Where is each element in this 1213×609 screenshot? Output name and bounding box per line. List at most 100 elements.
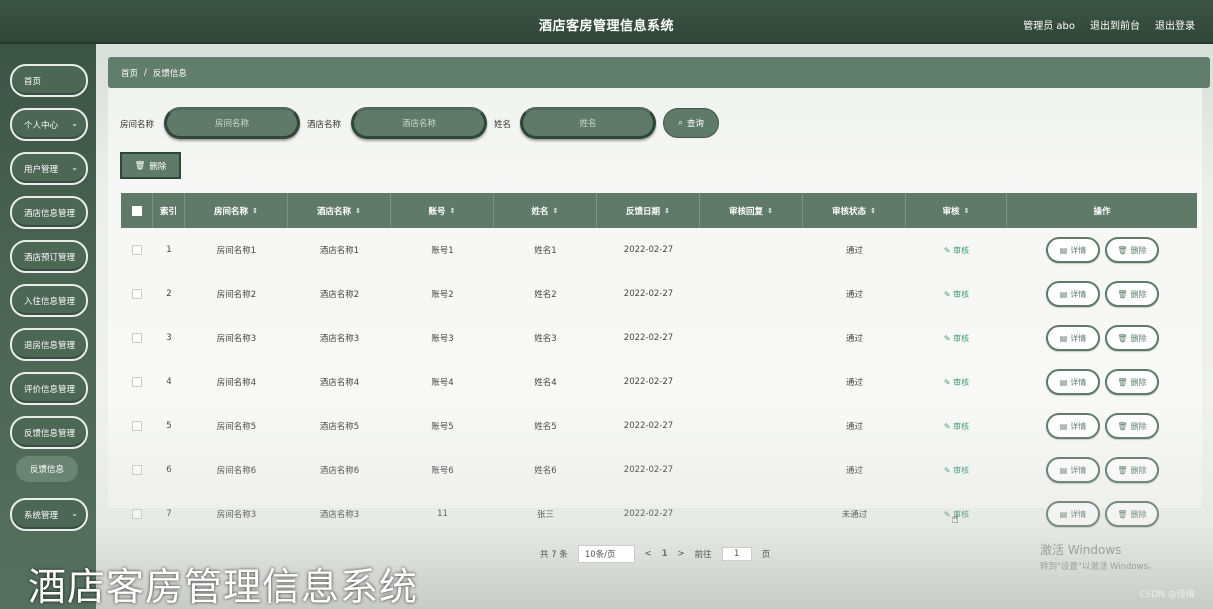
sort-icon[interactable]: ⇕ <box>553 207 559 215</box>
sidebar-item-label: 酒店预订管理 <box>24 252 76 263</box>
col-status[interactable]: 审核状态 ⇕ <box>803 193 906 228</box>
hotel-name-label: 酒店名称 <box>307 120 342 130</box>
delete-label: 删除 <box>1130 509 1147 519</box>
goto-input[interactable]: 1 <box>721 547 752 561</box>
sidebar-item-system[interactable]: 系统管理 ⌄ <box>10 498 88 531</box>
row-select-cell <box>121 316 153 360</box>
sort-icon[interactable]: ⇕ <box>252 207 258 215</box>
prev-page-button[interactable]: < <box>645 549 652 559</box>
delete-button[interactable]: 🗑 删除 <box>1105 457 1159 483</box>
cell-date: 2022-02-27 <box>623 421 674 431</box>
room-name-label: 房间名称 <box>120 120 155 130</box>
cell-room: 房间名称5 <box>216 422 257 432</box>
audit-link[interactable]: ✎ 审核 <box>906 316 1007 360</box>
detail-button[interactable]: ▤ 详情 <box>1046 325 1100 351</box>
table-row: 1 房间名称1 酒店名称1 账号1 姓名1 2022-02-27 通过 ✎ 审核… <box>121 228 1197 272</box>
sidebar-item-users[interactable]: 用户管理 ⌄ <box>10 152 88 185</box>
room-name-input[interactable]: 房间名称 <box>164 107 300 139</box>
detail-button[interactable]: ▤ 详情 <box>1046 413 1100 439</box>
cell-status: 通过 <box>845 246 863 256</box>
sort-icon[interactable]: ⇕ <box>964 207 970 215</box>
audit-link[interactable]: ✎ 审核 <box>906 404 1007 448</box>
cell-name: 姓名6 <box>534 466 557 476</box>
sidebar-item-home[interactable]: 首页 <box>10 64 88 97</box>
sort-icon[interactable]: ⇕ <box>664 207 670 215</box>
col-hotel-name[interactable]: 酒店名称 ⇕ <box>288 193 391 228</box>
sidebar-item-reviews[interactable]: 评价信息管理 <box>10 372 88 405</box>
person-name-input[interactable]: 姓名 <box>520 107 656 139</box>
logout-link[interactable]: 退出登录 <box>1155 17 1195 32</box>
detail-button[interactable]: ▤ 详情 <box>1046 501 1100 527</box>
audit-label: 审核 <box>953 333 970 343</box>
sidebar-subitem-feedback[interactable]: 反馈信息 <box>16 456 78 482</box>
sidebar-item-profile[interactable]: 个人中心 ⌄ <box>10 108 88 141</box>
audit-label: 审核 <box>953 289 970 299</box>
sort-icon[interactable]: ⇕ <box>355 207 361 215</box>
cell-account: 账号3 <box>431 334 454 344</box>
cell-index: 4 <box>166 377 172 387</box>
col-name[interactable]: 姓名 ⇕ <box>494 193 597 228</box>
cell-status: 通过 <box>845 422 863 432</box>
detail-button[interactable]: ▤ 详情 <box>1046 457 1100 483</box>
cell-index: 2 <box>166 289 172 299</box>
sidebar-item-checkout[interactable]: 退房信息管理 <box>10 328 88 361</box>
delete-button[interactable]: 🗑 删除 <box>1105 501 1159 527</box>
audit-link[interactable]: ✎ 审核 <box>906 228 1007 272</box>
batch-delete-button[interactable]: 🗑 删除 <box>120 152 181 179</box>
delete-button[interactable]: 🗑 删除 <box>1105 369 1159 395</box>
col-audit[interactable]: 审核 ⇕ <box>906 193 1007 228</box>
select-all-checkbox[interactable] <box>131 205 142 216</box>
row-checkbox[interactable] <box>132 245 142 255</box>
col-date[interactable]: 反馈日期 ⇕ <box>597 193 700 228</box>
sort-icon[interactable]: ⇕ <box>870 207 876 215</box>
row-checkbox[interactable] <box>132 465 142 475</box>
query-button[interactable]: ⌕ 查询 <box>663 108 719 138</box>
detail-button[interactable]: ▤ 详情 <box>1046 281 1100 307</box>
current-page[interactable]: 1 <box>662 549 668 559</box>
table-header: 索引 房间名称 ⇕ 酒店名称 ⇕ 账号 ⇕ 姓名 ⇕ 反馈日期 ⇕ 审核回复 ⇕ 审核状态 ⇕… <box>121 193 1197 228</box>
page-size-select[interactable]: 10条/页 <box>577 545 635 563</box>
total-count: 共 7 条 <box>540 550 568 560</box>
trash-icon: 🗑 <box>1117 333 1128 343</box>
sidebar-item-feedback[interactable]: 反馈信息管理 <box>10 416 88 449</box>
cell-account: 账号1 <box>431 246 454 256</box>
sidebar-item-hotel-info[interactable]: 酒店信息管理 <box>10 196 88 229</box>
delete-button[interactable]: 🗑 删除 <box>1105 413 1159 439</box>
windows-activation-title: 激活 Windows <box>1040 543 1122 557</box>
hotel-name-input[interactable]: 酒店名称 <box>351 107 487 139</box>
col-account[interactable]: 账号 ⇕ <box>391 193 494 228</box>
goto-value: 1 <box>733 549 740 559</box>
sidebar-item-checkin[interactable]: 入住信息管理 <box>10 284 88 317</box>
col-label: 账号 <box>428 206 446 217</box>
back-to-front-link[interactable]: 退出到前台 <box>1090 17 1140 32</box>
col-room-name[interactable]: 房间名称 ⇕ <box>185 193 288 228</box>
row-checkbox[interactable] <box>132 333 142 343</box>
delete-button[interactable]: 🗑 删除 <box>1105 237 1159 263</box>
delete-button[interactable]: 🗑 删除 <box>1105 281 1159 307</box>
delete-button[interactable]: 🗑 删除 <box>1105 325 1159 351</box>
cell-hotel: 酒店名称3 <box>319 334 360 344</box>
edit-icon: ✎ <box>943 245 951 255</box>
cell-reply <box>700 316 803 360</box>
delete-label: 删除 <box>1130 421 1147 431</box>
delete-label: 删除 <box>1130 245 1147 255</box>
col-reply[interactable]: 审核回复 ⇕ <box>700 193 803 228</box>
detail-button[interactable]: ▤ 详情 <box>1046 237 1100 263</box>
audit-link[interactable]: ✎ 审核 <box>906 360 1007 404</box>
room-name-placeholder: 房间名称 <box>214 119 249 129</box>
cell-hotel: 酒店名称3 <box>319 510 360 520</box>
row-checkbox[interactable] <box>132 421 142 431</box>
sort-icon[interactable]: ⇕ <box>767 207 773 215</box>
breadcrumb-home[interactable]: 首页 <box>121 67 138 79</box>
audit-link[interactable]: ✎ 审核 <box>906 448 1007 492</box>
row-checkbox[interactable] <box>132 289 142 299</box>
sidebar-item-booking[interactable]: 酒店预订管理 <box>10 240 88 273</box>
row-checkbox[interactable] <box>132 377 142 387</box>
next-page-button[interactable]: > <box>678 549 685 559</box>
row-checkbox[interactable] <box>132 509 142 519</box>
chevron-down-icon: ⌄ <box>71 509 78 518</box>
sort-icon[interactable]: ⇕ <box>450 207 456 215</box>
cell-room: 房间名称4 <box>216 378 257 388</box>
audit-link[interactable]: ✎ 审核 <box>906 272 1007 316</box>
detail-button[interactable]: ▤ 详情 <box>1046 369 1100 395</box>
